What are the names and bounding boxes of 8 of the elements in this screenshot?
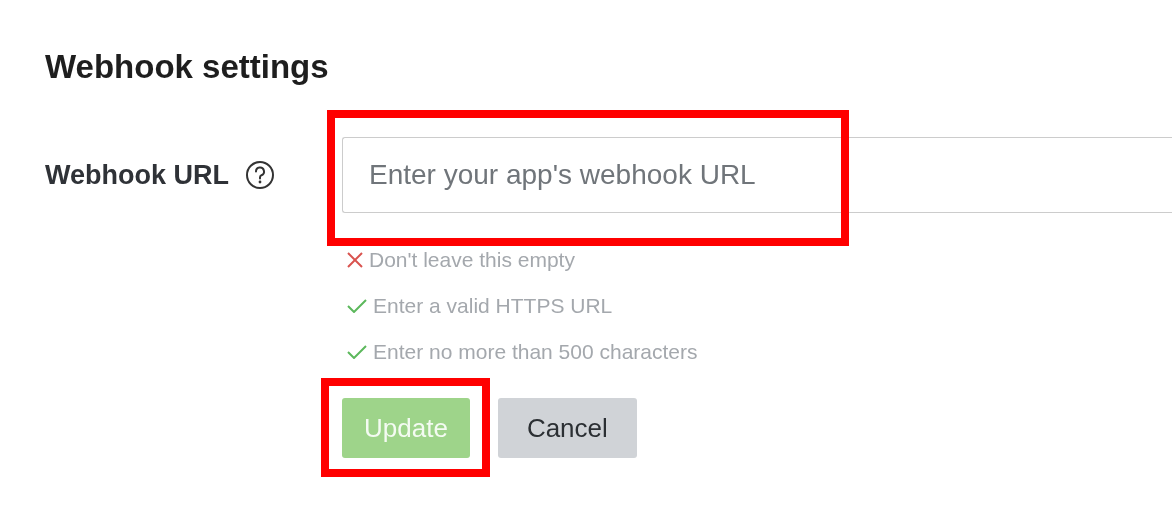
help-icon[interactable] [245, 160, 275, 190]
rule-text: Don't leave this empty [369, 247, 575, 272]
field-label: Webhook URL [45, 159, 229, 191]
page-title: Webhook settings [45, 47, 330, 87]
rule-text: Enter no more than 500 characters [373, 339, 698, 364]
rule-text: Enter a valid HTTPS URL [373, 293, 613, 318]
cancel-button[interactable]: Cancel [497, 398, 637, 458]
url-field[interactable]: Enter your app's webhook URL [342, 137, 1172, 213]
